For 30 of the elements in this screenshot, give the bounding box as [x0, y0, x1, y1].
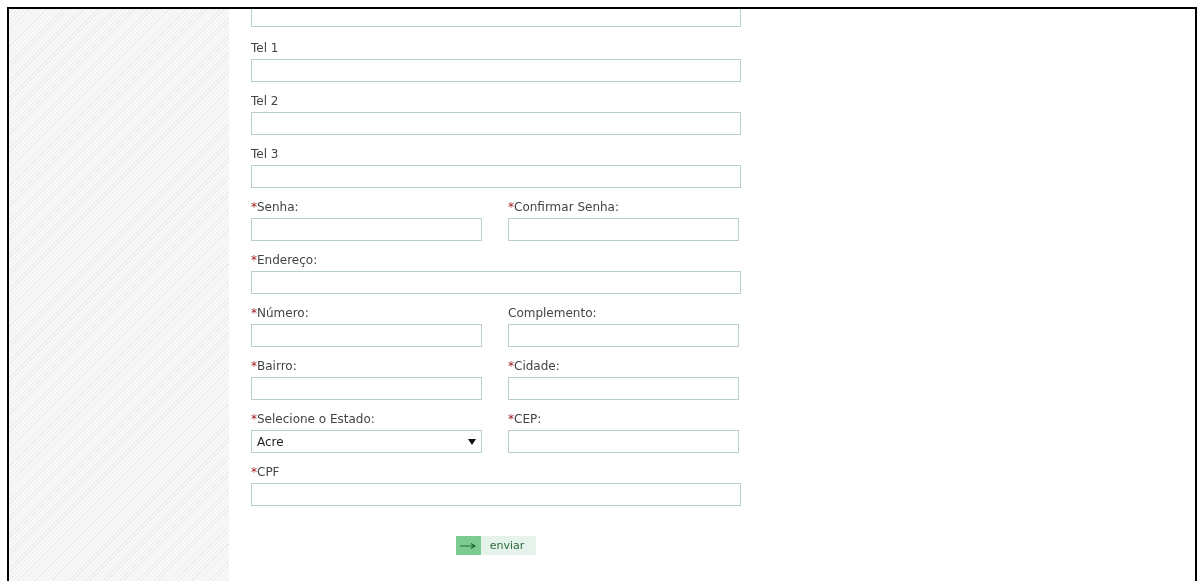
caret-icon — [468, 438, 476, 445]
field-label: *Confirmar Senha: — [508, 200, 619, 215]
input-field[interactable] — [508, 377, 739, 400]
field-label: Tel 2 — [251, 94, 279, 109]
input-field[interactable] — [251, 9, 741, 27]
input-field[interactable] — [251, 218, 482, 241]
field-label: *Cidade: — [508, 359, 560, 374]
field-label: Complemento: — [508, 306, 597, 321]
input-field[interactable] — [508, 430, 739, 453]
input-field[interactable] — [251, 271, 741, 294]
input-field[interactable] — [251, 59, 741, 82]
submit-button[interactable]: enviar — [455, 536, 537, 555]
state-dropdown[interactable]: Acre — [251, 430, 482, 453]
arrow-icon — [460, 542, 477, 549]
field-label: *CEP: — [508, 412, 542, 427]
input-field[interactable] — [251, 377, 482, 400]
field-label: *Senha: — [251, 200, 299, 215]
input-field[interactable] — [251, 483, 741, 506]
input-field[interactable] — [251, 112, 741, 135]
input-field[interactable] — [508, 324, 739, 347]
field-label: Tel 3 — [251, 147, 279, 162]
field-label: *Número: — [251, 306, 309, 321]
input-field[interactable] — [508, 218, 739, 241]
field-label: Tel 1 — [251, 41, 279, 56]
input-field[interactable] — [251, 165, 741, 188]
field-label: *Endereço: — [251, 253, 318, 268]
field-label: *CPF — [251, 465, 280, 480]
input-field[interactable] — [251, 324, 482, 347]
field-label: *Bairro: — [251, 359, 297, 374]
field-label: *Selecione o Estado: — [251, 412, 375, 427]
